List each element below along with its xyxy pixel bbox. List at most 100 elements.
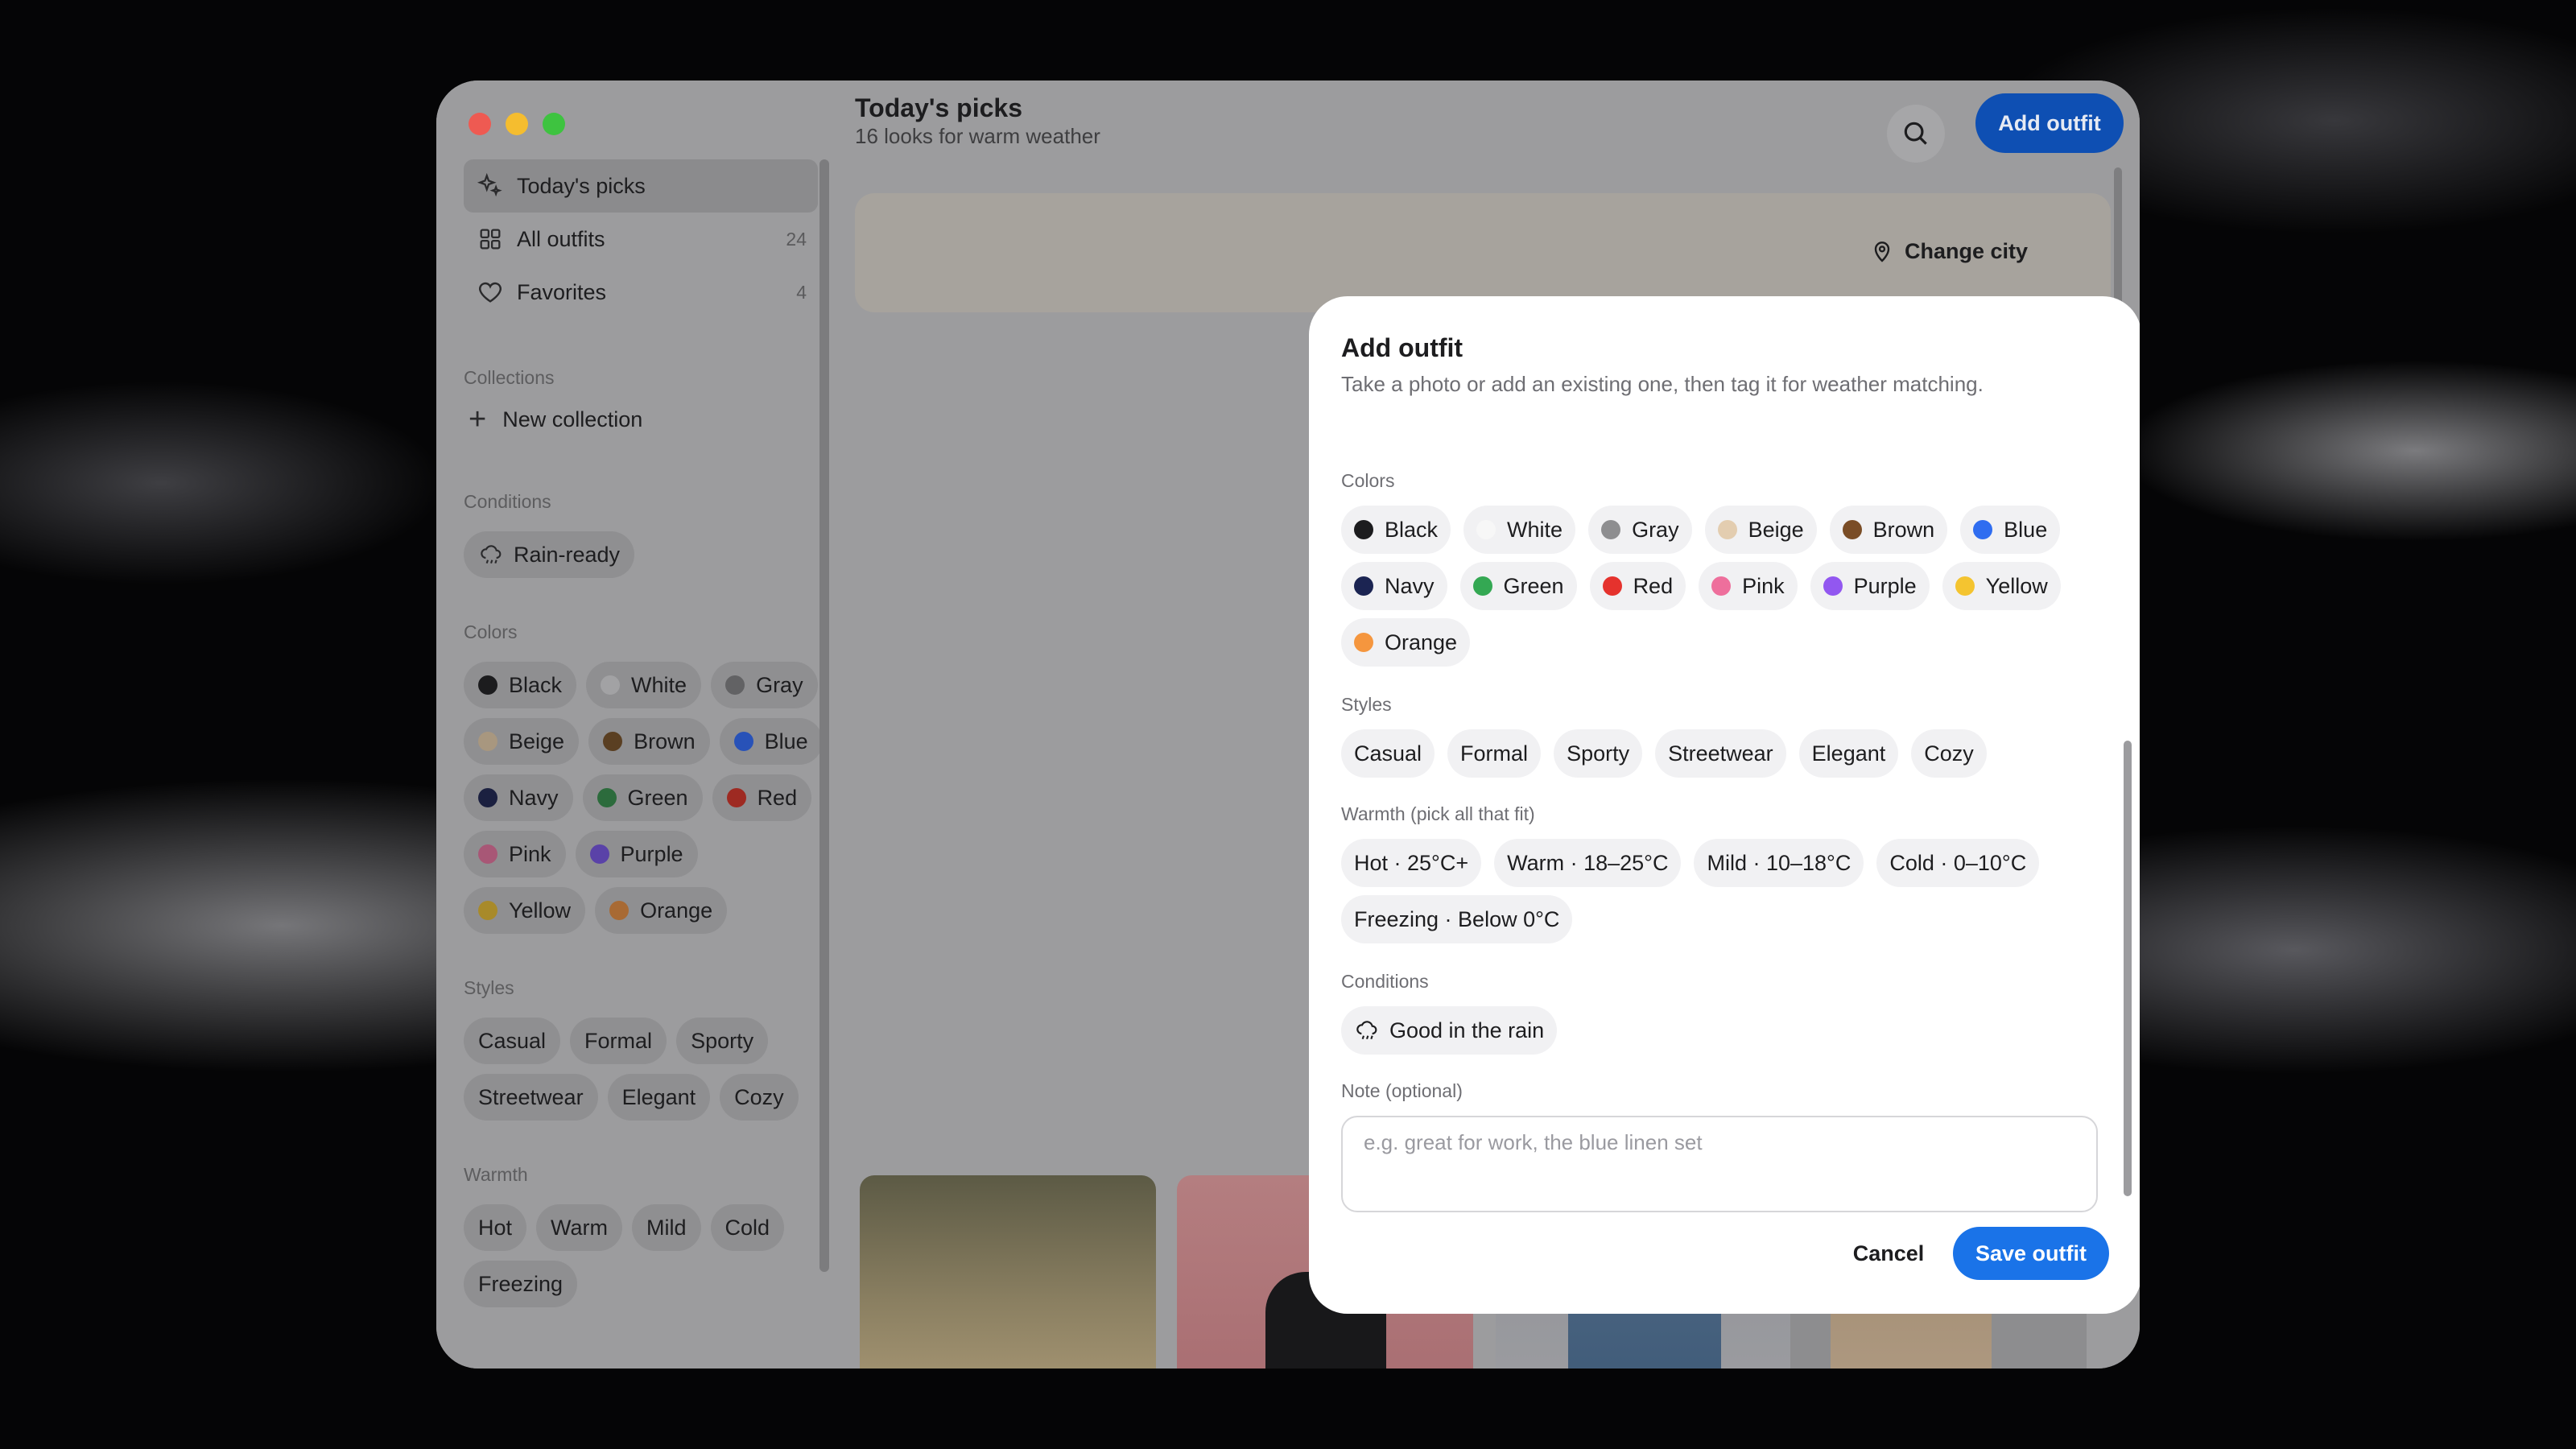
sidebar-item-favorites[interactable]: Favorites 4 [464,266,818,319]
chip-label: Yellow [1985,573,2048,598]
tag-chip-orange[interactable]: Orange [1341,618,1471,667]
sparkles-icon [477,172,502,197]
chip-label: Blue [764,729,808,753]
color-tag-row: Navy Green Red Pink Purple Yellow [1341,562,2061,610]
filter-chip-cozy[interactable]: Cozy [720,1074,799,1121]
warmth-tag-row: Hot · 25°C+ Warm · 18–25°C Mild · 10–18°… [1341,839,2040,887]
conditions-heading: Conditions [464,491,551,512]
color-swatch [589,844,609,864]
filter-chip-mild[interactable]: Mild [632,1204,701,1251]
chip-label: Rain-ready [514,542,621,567]
filter-chip-purple[interactable]: Purple [575,831,698,877]
chip-label: Red [757,785,798,810]
app-window: Today's picks All outfits 24 Favorites 4… [436,80,2140,1368]
new-collection-button[interactable]: + New collection [464,404,642,435]
tag-chip-beige[interactable]: Beige [1704,506,1817,554]
change-city-button[interactable]: Change city [1869,238,2028,264]
dialog-scrollbar[interactable] [2124,741,2132,1196]
chip-label: Green [627,785,688,810]
filter-chip-cold[interactable]: Cold [710,1204,785,1251]
rain-cloud-icon [1356,1021,1377,1040]
filter-chip-rain-ready[interactable]: Rain-ready [464,531,635,578]
rain-cloud-icon [481,545,502,564]
tag-chip-purple[interactable]: Purple [1810,562,1930,610]
tag-chip-good-in-rain[interactable]: Good in the rain [1341,1006,1558,1055]
style-filter-row: Streetwear Elegant Cozy [464,1074,799,1121]
zoom-window-button[interactable] [543,113,565,135]
color-swatch [603,732,623,751]
note-input[interactable] [1341,1116,2098,1212]
dialog-title: Add outfit [1341,333,1463,362]
filter-chip-navy[interactable]: Navy [464,774,573,821]
cancel-button[interactable]: Cancel [1832,1227,1945,1280]
chip-label: Orange [1385,630,1458,654]
filter-chip-formal[interactable]: Formal [570,1018,667,1064]
color-swatch [1354,633,1373,652]
new-collection-label: New collection [502,407,643,431]
filter-chip-white[interactable]: White [586,662,702,708]
outfit-photo[interactable] [860,1175,1156,1368]
filter-chip-streetwear[interactable]: Streetwear [464,1074,598,1121]
tag-chip-yellow[interactable]: Yellow [1942,562,2061,610]
search-button[interactable] [1887,105,1945,163]
filter-chip-blue[interactable]: Blue [719,718,823,765]
tag-chip-cozy[interactable]: Cozy [1911,729,1987,778]
add-outfit-dialog: Add outfit Take a photo or add an existi… [1309,296,2140,1314]
tag-chip-green[interactable]: Green [1459,562,1577,610]
color-filter-row: Yellow Orange [464,887,728,934]
warmth-filter-row: Hot Warm Mild Cold [464,1204,785,1251]
warmth-heading: Warmth [464,1164,528,1185]
filter-chip-green[interactable]: Green [582,774,703,821]
warmth-filter-row: Freezing [464,1261,578,1307]
tag-chip-gray[interactable]: Gray [1588,506,1692,554]
tag-chip-cold[interactable]: Cold · 0–10°C [1876,839,2040,887]
filter-chip-gray[interactable]: Gray [711,662,818,708]
grid-icon [480,229,501,250]
tag-chip-white[interactable]: White [1463,506,1576,554]
filter-chip-pink[interactable]: Pink [464,831,566,877]
save-outfit-button[interactable]: Save outfit [1953,1227,2109,1280]
color-swatch [478,788,497,807]
tag-chip-navy[interactable]: Navy [1341,562,1447,610]
filter-chip-hot[interactable]: Hot [464,1204,527,1251]
tag-chip-pink[interactable]: Pink [1699,562,1798,610]
tag-chip-red[interactable]: Red [1589,562,1686,610]
filter-chip-black[interactable]: Black [464,662,577,708]
filter-chip-orange[interactable]: Orange [595,887,728,934]
filter-chip-beige[interactable]: Beige [464,718,580,765]
sidebar-scrollbar[interactable] [819,159,829,1272]
filter-chip-sporty[interactable]: Sporty [676,1018,769,1064]
filter-chip-casual[interactable]: Casual [464,1018,561,1064]
tag-chip-warm[interactable]: Warm · 18–25°C [1494,839,1682,887]
tag-chip-black[interactable]: Black [1341,506,1451,554]
chip-label: Pink [509,841,551,866]
tag-chip-streetwear[interactable]: Streetwear [1655,729,1786,778]
tag-chip-blue[interactable]: Blue [1960,506,2061,554]
filter-chip-brown[interactable]: Brown [588,718,710,765]
tag-chip-formal[interactable]: Formal [1447,729,1542,778]
tag-chip-brown[interactable]: Brown [1829,506,1948,554]
sidebar-item-all-outfits[interactable]: All outfits 24 [464,213,818,266]
style-filter-row: Casual Formal Sporty [464,1018,769,1064]
tag-chip-freezing[interactable]: Freezing · Below 0°C [1341,895,1573,943]
color-swatch [601,675,621,695]
tag-chip-sporty[interactable]: Sporty [1554,729,1643,778]
chip-label: Black [509,672,563,697]
filter-chip-yellow[interactable]: Yellow [464,887,586,934]
tag-chip-mild[interactable]: Mild · 10–18°C [1694,839,1864,887]
window-controls [469,113,565,135]
filter-chip-elegant[interactable]: Elegant [607,1074,711,1121]
chip-label: Yellow [509,898,572,923]
tag-chip-elegant[interactable]: Elegant [1798,729,1899,778]
filter-chip-red[interactable]: Red [712,774,812,821]
close-window-button[interactable] [469,113,491,135]
page-title: Today's picks [855,93,1022,122]
minimize-window-button[interactable] [506,113,528,135]
add-outfit-button[interactable]: Add outfit [1975,93,2124,153]
tag-chip-casual[interactable]: Casual [1341,729,1435,778]
sidebar-item-label: Favorites [517,279,607,304]
filter-chip-warm[interactable]: Warm [536,1204,623,1251]
filter-chip-freezing[interactable]: Freezing [464,1261,578,1307]
tag-chip-hot[interactable]: Hot · 25°C+ [1341,839,1482,887]
sidebar-item-todays-picks[interactable]: Today's picks [464,159,818,213]
